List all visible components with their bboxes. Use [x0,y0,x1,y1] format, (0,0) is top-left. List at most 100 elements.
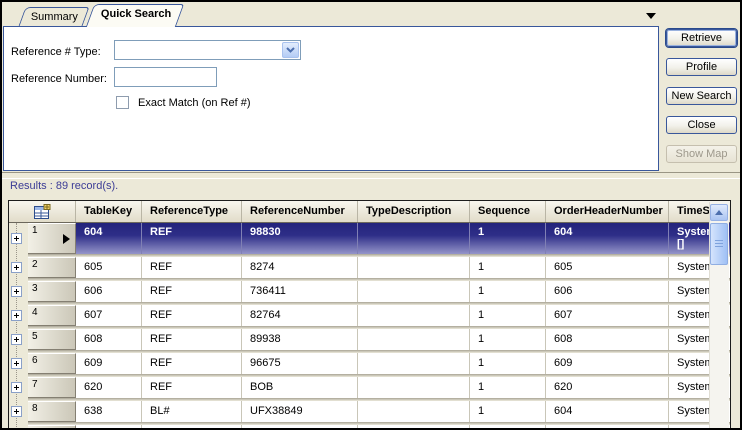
tab-quick-search[interactable]: Quick Search [86,4,184,27]
cell-referencetype[interactable]: REF [142,305,242,326]
row-number[interactable]: 1 [28,223,76,254]
scrollbar-up-button[interactable] [710,204,728,221]
plus-expand-icon[interactable] [11,286,22,297]
cell-tablekey[interactable]: 607 [76,305,142,326]
cell-referencenumber[interactable]: 8274 [242,257,358,278]
new-search-button[interactable]: New Search [666,87,737,105]
reference-number-input[interactable] [114,67,217,87]
cell-referencenumber[interactable]: 82764 [242,305,358,326]
cell-orderheadernumber[interactable]: 604 [546,401,669,422]
cell-sequence[interactable]: 1 [470,257,546,278]
row-number[interactable]: 9 [28,425,76,430]
cell-tablekey[interactable]: 608 [76,329,142,350]
row-number[interactable]: 3 [28,281,76,302]
table-row[interactable]: 4607REF827641607System [9,305,730,326]
cell-referencetype[interactable]: REF [142,329,242,350]
plus-expand-icon[interactable] [11,233,22,244]
cell-referencenumber[interactable]: UFX38849 [242,401,358,422]
scrollbar-thumb[interactable] [710,223,728,265]
cell-sequence[interactable]: 1 [470,281,546,302]
column-header-referencenumber[interactable]: ReferenceNumber [242,201,358,222]
retrieve-button[interactable]: Retrieve [666,29,737,47]
cell-tablekey[interactable]: 609 [76,353,142,374]
row-number[interactable]: 6 [28,353,76,374]
cell-sequence[interactable]: 1 [470,401,546,422]
column-header-tablekey[interactable]: TableKey [76,201,142,222]
cell-orderheadernumber[interactable]: 605 [546,257,669,278]
row-number[interactable]: 7 [28,377,76,398]
cell-sequence[interactable]: 1 [470,425,546,430]
cell-sequence[interactable]: 1 [470,353,546,374]
plus-expand-icon[interactable] [11,334,22,345]
cell-referencetype[interactable]: REF [142,377,242,398]
column-header-sequence[interactable]: Sequence [470,201,546,222]
plus-expand-icon[interactable] [11,358,22,369]
plus-expand-icon[interactable] [11,262,22,273]
cell-sequence[interactable]: 1 [470,377,546,398]
column-header-referencetype[interactable]: ReferenceType [142,201,242,222]
cell-referencetype[interactable]: BL# [142,401,242,422]
row-number[interactable]: 5 [28,329,76,350]
row-number[interactable]: 4 [28,305,76,326]
chevron-down-icon[interactable] [282,42,299,58]
cell-tablekey[interactable]: 605 [76,257,142,278]
cell-orderheadernumber[interactable]: 607 [546,305,669,326]
cell-tablekey[interactable]: 620 [76,377,142,398]
vertical-scrollbar[interactable] [709,202,729,430]
cell-orderheadernumber[interactable]: 605 [546,425,669,430]
cell-tablekey[interactable]: 606 [76,281,142,302]
table-row[interactable]: 2605REF82741605System [9,257,730,278]
cell-sequence[interactable]: 1 [470,305,546,326]
dropdown-arrow-icon[interactable] [646,13,656,19]
cell-referencetype[interactable]: REF [142,223,242,254]
plus-expand-icon[interactable] [11,406,22,417]
table-row[interactable]: 7620REFBOB1620System [9,377,730,398]
cell-typedescription[interactable] [358,353,470,374]
table-row[interactable]: 5608REF899381608System [9,329,730,350]
cell-typedescription[interactable] [358,377,470,398]
cell-referencenumber[interactable]: BOB [242,377,358,398]
cell-orderheadernumber[interactable]: 609 [546,353,669,374]
close-button[interactable]: Close [666,116,737,134]
table-row[interactable]: 8638BL#UFX388491604System [9,401,730,422]
cell-tablekey[interactable]: 604 [76,223,142,254]
cell-referencetype[interactable]: BL# [142,425,242,430]
cell-typedescription[interactable] [358,281,470,302]
cell-orderheadernumber[interactable]: 608 [546,329,669,350]
table-row[interactable]: 3606REF7364111606System [9,281,730,302]
cell-orderheadernumber[interactable]: 620 [546,377,669,398]
select-all-corner[interactable] [9,201,76,222]
cell-referencenumber[interactable]: 96675 [242,353,358,374]
cell-referencetype[interactable]: REF [142,281,242,302]
cell-typedescription[interactable] [358,257,470,278]
tab-summary[interactable]: Summary [19,7,90,26]
cell-tablekey[interactable]: 640 [76,425,142,430]
cell-referencenumber[interactable]: 736411 [242,281,358,302]
cell-referencetype[interactable]: REF [142,353,242,374]
cell-orderheadernumber[interactable]: 604 [546,223,669,254]
cell-typedescription[interactable] [358,305,470,326]
reference-type-select[interactable] [114,40,301,60]
table-row[interactable]: 9640BL#9837741605System [9,425,730,430]
cell-sequence[interactable]: 1 [470,223,546,254]
cell-typedescription[interactable] [358,425,470,430]
row-number[interactable]: 8 [28,401,76,422]
plus-expand-icon[interactable] [11,310,22,321]
cell-typedescription[interactable] [358,223,470,254]
cell-referencenumber[interactable]: 98830 [242,223,358,254]
column-header-orderheadernumber[interactable]: OrderHeaderNumber [546,201,669,222]
plus-expand-icon[interactable] [11,382,22,393]
table-row[interactable]: 6609REF966751609System [9,353,730,374]
cell-typedescription[interactable] [358,401,470,422]
column-header-typedescription[interactable]: TypeDescription [358,201,470,222]
cell-sequence[interactable]: 1 [470,329,546,350]
cell-referencetype[interactable]: REF [142,257,242,278]
exact-match-checkbox[interactable] [116,96,129,109]
cell-tablekey[interactable]: 638 [76,401,142,422]
cell-referencenumber[interactable]: 89938 [242,329,358,350]
profile-button[interactable]: Profile [666,58,737,76]
cell-orderheadernumber[interactable]: 606 [546,281,669,302]
cell-typedescription[interactable] [358,329,470,350]
table-row[interactable]: 1604REF988301604System [] [9,223,730,254]
row-number[interactable]: 2 [28,257,76,278]
